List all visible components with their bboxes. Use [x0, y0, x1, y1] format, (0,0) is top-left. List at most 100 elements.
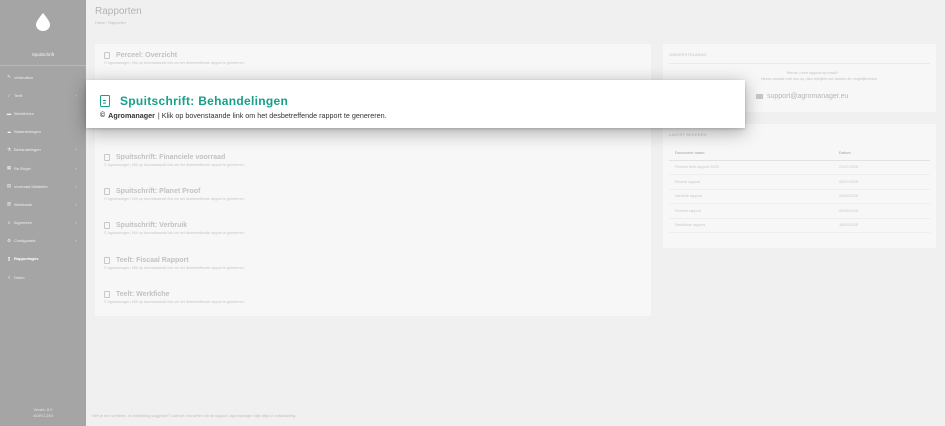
document-icon	[104, 188, 110, 195]
table-row[interactable]: Verbruik rapport 09/06/2025	[669, 190, 930, 204]
sidebar-item-delen[interactable]: < Delen	[0, 268, 86, 286]
document-icon	[104, 52, 110, 59]
report-subtitle: © Agromanager | Klik op bovenstaande lin…	[104, 231, 245, 235]
table-row[interactable]: Perceel rapport 02/06/2025	[669, 204, 930, 219]
sidebar-item-teelt[interactable]: ⁄ Teelt ‹	[0, 86, 86, 104]
sidebar-nav: ✎ Verbruiken ⁄ Teelt ‹ ▬ Werkfiches ☁ Waarneming…	[0, 68, 86, 286]
sidebar-item-verbruiken[interactable]: ✎ Verbruiken	[0, 68, 86, 86]
document-name[interactable]: Perceel rapport	[669, 209, 839, 213]
sidebar-item-configuratie[interactable]: ⚙ Configuratie ‹	[0, 232, 86, 250]
report-item[interactable]: Spuitschrift: Verbruik © Agromanager | Kl…	[104, 222, 245, 235]
document-date: 18/05/2025	[839, 223, 859, 228]
report-title[interactable]: Teelt: Werkfiche	[116, 291, 169, 298]
sidebar-item-label: Werkfiches	[14, 110, 34, 116]
logo[interactable]	[0, 0, 86, 44]
document-name[interactable]: Werkfiche rapport	[669, 223, 839, 227]
table-header: Document naam Datum	[669, 146, 930, 161]
chevron-left-icon: ‹	[75, 183, 78, 189]
gear-icon: ⚙	[6, 237, 12, 243]
sidebar-item-algemeen[interactable]: ≡ Algemeen ‹	[0, 214, 86, 232]
chevron-left-icon: ‹	[75, 165, 78, 171]
sidebar-item-werkfiches[interactable]: ▬ Werkfiches	[0, 104, 86, 122]
document-date: 03/07/2025	[839, 179, 859, 184]
copyright-symbol: ©	[100, 112, 106, 119]
sidebar-item-label: Behandelingen	[14, 147, 41, 153]
report-item[interactable]: Perceel: Overzicht © Agromanager | Klik o…	[104, 52, 245, 65]
breadcrumb-home[interactable]: Home	[95, 21, 105, 25]
sidebar-item-label: Werkbank	[14, 201, 32, 207]
report-subtitle: © Agromanager | Klik op bovenstaande lin…	[104, 300, 245, 304]
column-header-date: Datum	[839, 150, 851, 155]
sidebar-item-label: Delen	[14, 274, 25, 280]
highlighted-report-card[interactable]: Spuitschrift: Behandelingen © Agromanage…	[86, 80, 745, 128]
document-icon	[104, 291, 110, 298]
sidebar-item-voorraad-middelen[interactable]: ▤ Voorraad Middelen ‹	[0, 177, 86, 195]
table-row[interactable]: Perceel teelt rapport 2025 21/07/2025	[669, 161, 930, 175]
calendar-icon: ▤	[6, 183, 12, 189]
document-name[interactable]: Verbruik rapport	[669, 194, 839, 198]
flask-icon: ⚗	[6, 146, 12, 152]
highlighted-report-title[interactable]: Spuitschrift: Behandelingen	[120, 94, 288, 108]
report-title[interactable]: Spuitschrift: Financiele voorraad	[116, 154, 225, 161]
sidebar-item-waarnemingen[interactable]: ☁ Waarnemingen	[0, 123, 86, 141]
report-subtitle: © Agromanager | Klik op bovenstaande lin…	[104, 266, 245, 270]
sidebar: Spuitschrift ✎ Verbruiken ⁄ Teelt ‹ ▬ Werkfich…	[0, 0, 86, 426]
document-icon	[104, 257, 110, 264]
sidebar-item-label: Teelt	[14, 92, 23, 98]
sidebar-item-label: Waarnemingen	[14, 129, 41, 135]
report-title[interactable]: Spuitschrift: Verbruik	[116, 222, 187, 229]
pencil-icon: ✎	[7, 74, 11, 80]
highlighted-report-description: | Klik op bovenstaande link om het desbe…	[157, 111, 387, 120]
sidebar-item-rapportages[interactable]: ▯ Rapportages	[0, 250, 86, 268]
table-row[interactable]: Recent rapport 03/07/2025	[669, 175, 930, 190]
breadcrumb: Home / Rapporten	[95, 21, 126, 25]
document-name[interactable]: Perceel teelt rapport 2025	[669, 165, 839, 169]
report-item[interactable]: Spuitschrift: Planet Proof © Agromanager …	[104, 188, 245, 201]
envelope-icon	[756, 94, 763, 99]
recent-card: LAATST BEKEKEN Document naam Datum Perce…	[663, 124, 936, 248]
chevron-left-icon: ‹	[75, 147, 78, 153]
report-item[interactable]: Teelt: Fiscaal Rapport © Agromanager | Kl…	[104, 257, 245, 270]
app-name: Spuitschrift	[31, 52, 55, 57]
truck-icon: ▬	[6, 110, 12, 116]
report-subtitle: © Agromanager | Klik op bovenstaande lin…	[104, 163, 245, 167]
brand-name: Agromanager	[108, 111, 155, 120]
support-email[interactable]: support@agromanager.eu	[767, 93, 848, 100]
document-date: 09/06/2025	[839, 194, 859, 199]
table-row[interactable]: Werkfiche rapport 18/05/2025	[669, 219, 930, 233]
sidebar-item-re-engel[interactable]: ▦ Re-Engel ‹	[0, 159, 86, 177]
chart-icon: ⁄	[8, 92, 10, 98]
report-title[interactable]: Spuitschrift: Planet Proof	[116, 188, 200, 195]
chevron-left-icon: ‹	[75, 238, 78, 244]
highlighted-report-subtitle: © Agromanager | Klik op bovenstaande lin…	[100, 111, 387, 120]
page-title: Rapporten	[95, 6, 142, 17]
sidebar-item-label: Rapportages	[14, 256, 39, 262]
version-code: AGRO-245	[33, 412, 53, 418]
chevron-left-icon: ‹	[75, 220, 78, 226]
report-subtitle: © Agromanager | Klik op bovenstaande lin…	[104, 61, 245, 65]
support-divider	[669, 63, 930, 64]
report-title[interactable]: Teelt: Fiscaal Rapport	[116, 257, 189, 264]
chevron-left-icon: ‹	[75, 201, 78, 207]
sidebar-item-label: Verbruiken	[14, 74, 34, 80]
report-title[interactable]: Perceel: Overzicht	[116, 52, 177, 59]
sidebar-item-label: Algemeen	[14, 220, 33, 226]
sidebar-item-werkbank[interactable]: ▥ Werkbank ‹	[0, 195, 86, 213]
cloud-icon: ☁	[6, 128, 12, 134]
sidebar-item-label: Voorraad Middelen	[14, 183, 48, 189]
support-email-link[interactable]: support@agromanager.eu	[756, 93, 848, 100]
sidebar-item-behandelingen[interactable]: ⚗ Behandelingen ‹	[0, 141, 86, 159]
share-icon: <	[7, 274, 11, 280]
chevron-left-icon: ‹	[75, 92, 78, 98]
report-item[interactable]: Spuitschrift: Financiele voorraad © Agrom…	[104, 154, 245, 167]
document-name[interactable]: Recent rapport	[669, 180, 839, 184]
version-info: Versie: 8.0 AGRO-245	[0, 407, 86, 418]
document-icon: ▯	[7, 255, 11, 261]
water-drop-icon	[36, 13, 50, 31]
report-item[interactable]: Teelt: Werkfiche © Agromanager | Klik op …	[104, 291, 245, 304]
breadcrumb-current: Rapporten	[108, 21, 127, 25]
document-icon	[100, 95, 110, 107]
support-heading: ONDERSTEUNING	[669, 52, 707, 57]
document-date: 02/06/2025	[839, 208, 859, 213]
sidebar-item-label: Re-Engel	[14, 165, 31, 171]
